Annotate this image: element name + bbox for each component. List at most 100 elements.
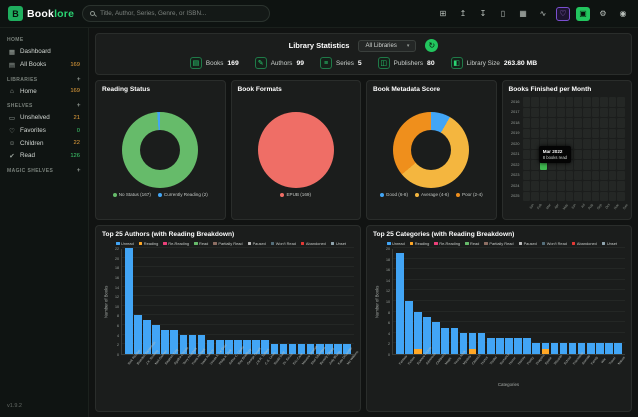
heatmap-cell[interactable] [592,192,600,202]
heatmap-cell[interactable] [557,97,565,107]
bar[interactable] [596,343,604,354]
heatmap-cell[interactable] [574,181,582,191]
heatmap-cell[interactable] [557,129,565,139]
heatmap-cell[interactable] [523,150,531,160]
heatmap-cell[interactable] [557,108,565,118]
legend-item-read[interactable]: Read [194,241,208,246]
heatmap-cell[interactable] [557,118,565,128]
heatmap-cell[interactable] [531,129,539,139]
heatmap-cell[interactable] [531,118,539,128]
heatmap-cell[interactable] [557,181,565,191]
app-logo[interactable]: B Booklore [8,6,74,21]
heatmap-cell[interactable] [609,150,617,160]
sidebar-item-all-books[interactable]: ▤All Books169 [5,58,83,71]
heatmap-cell[interactable] [609,108,617,118]
bar[interactable] [487,338,495,354]
bar[interactable] [551,343,559,354]
legend-item-re_reading[interactable]: Re-Reading [434,241,460,246]
legend-item-unset[interactable]: Unset [602,241,617,246]
heatmap-cell[interactable] [609,139,617,149]
heatmap-cell[interactable] [566,181,574,191]
heatmap-cell[interactable] [600,97,608,107]
heatmap-cell[interactable] [583,160,591,170]
heatmap-cell[interactable] [592,97,600,107]
heatmap-cell[interactable] [548,129,556,139]
sidebar-item-unshelved[interactable]: ▭Unshelved21 [5,111,83,124]
heatmap-cell[interactable] [540,118,548,128]
bar[interactable] [441,328,449,355]
legend-item-unset[interactable]: Unset [331,241,346,246]
heatmap-cell[interactable] [531,160,539,170]
download-icon[interactable]: ↧ [476,7,490,21]
heatmap-cell[interactable] [592,129,600,139]
heatmap-cell[interactable] [566,97,574,107]
heatmap-cell[interactable] [600,150,608,160]
sidebar-item-read[interactable]: ✔Read126 [5,149,83,162]
add-icon[interactable]: + [77,76,81,83]
apps-icon[interactable]: ▦ [516,7,530,21]
heatmap-cell[interactable] [609,129,617,139]
heatmap-cell[interactable] [609,97,617,107]
legend-item-reading[interactable]: Reading [139,241,159,246]
legend-item-unread[interactable]: Unread [116,241,134,246]
reading-status-pie[interactable] [122,112,198,188]
heatmap-cell[interactable] [609,118,617,128]
settings-icon[interactable]: ⚙ [596,7,610,21]
heatmap-cell[interactable] [574,160,582,170]
heatmap-cell[interactable] [557,171,565,181]
heatmap-cell[interactable] [548,97,556,107]
global-search[interactable] [82,5,270,22]
heatmap-cell[interactable] [592,171,600,181]
heatmap-cell[interactable] [531,108,539,118]
heatmap-cell[interactable] [600,160,608,170]
search-input[interactable] [100,10,262,17]
legend-item-partially_read[interactable]: Partially Read [484,241,513,246]
legend-item-abandoned[interactable]: Abandoned [572,241,597,246]
legend-item-re_reading[interactable]: Re-Reading [163,241,189,246]
legend-item[interactable]: Poor (2-4) [456,192,483,197]
book-formats-pie[interactable] [258,112,334,188]
heatmap-cell[interactable] [600,181,608,191]
heatmap-cell[interactable] [540,181,548,191]
bookdrop-icon[interactable]: ▯ [496,7,510,21]
heatmap-cell[interactable] [523,129,531,139]
heatmap-cell[interactable] [609,181,617,191]
heatmap-cell[interactable] [600,139,608,149]
add-icon[interactable]: + [77,167,81,174]
legend-item[interactable]: Good (6-8) [380,192,408,197]
heatmap-cell[interactable] [600,129,608,139]
legend-item-unread[interactable]: Unread [387,241,405,246]
heatmap-cell[interactable] [548,181,556,191]
heatmap-cell[interactable] [617,108,625,118]
bar[interactable] [532,343,540,354]
heatmap-cell[interactable] [566,118,574,128]
heatmap-cell[interactable] [540,129,548,139]
heatmap-cell[interactable] [592,150,600,160]
heatmap-cell[interactable] [583,150,591,160]
heatmap-cell[interactable] [523,181,531,191]
legend-item[interactable]: No Status (167) [113,192,151,197]
heatmap-cell[interactable] [574,150,582,160]
bar[interactable] [396,253,404,354]
heatmap-cell[interactable] [600,118,608,128]
sidebar-item-dashboard[interactable]: ▦Dashboard [5,45,83,58]
heatmap-cell[interactable] [531,139,539,149]
metadata-score-pie[interactable] [393,112,469,188]
heatmap-cell[interactable] [531,97,539,107]
bar[interactable] [451,328,459,355]
legend-item-reading[interactable]: Reading [410,241,430,246]
legend-item-abandoned[interactable]: Abandoned [301,241,326,246]
heatmap-cell[interactable] [531,150,539,160]
heatmap-cell[interactable] [617,139,625,149]
heatmap-cell[interactable] [583,129,591,139]
heatmap-cell[interactable] [583,181,591,191]
favorites-icon[interactable]: ♡ [556,7,570,21]
heatmap-cell[interactable] [574,97,582,107]
heatmap-cell[interactable] [617,171,625,181]
sidebar-item-home[interactable]: ⌂Home169 [5,85,83,97]
heatmap-cell[interactable] [574,108,582,118]
heatmap-cell[interactable] [523,108,531,118]
heatmap-cell[interactable] [548,118,556,128]
heatmap-cell[interactable] [574,139,582,149]
heatmap-cell[interactable] [523,192,531,202]
